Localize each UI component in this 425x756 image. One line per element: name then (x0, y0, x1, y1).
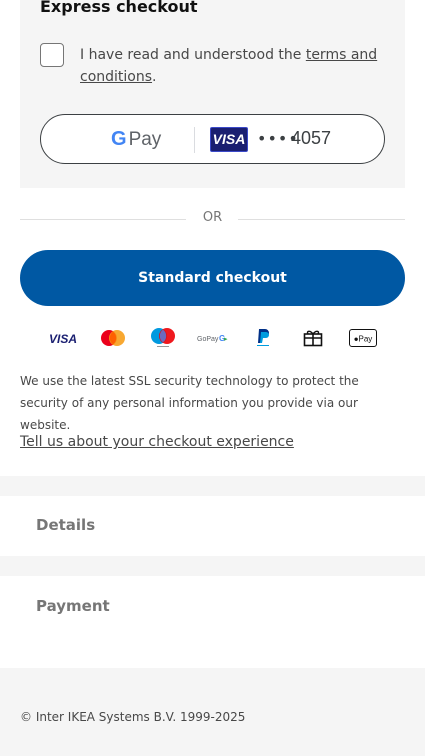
paypal-icon (250, 326, 276, 350)
svg-text:GoPay: GoPay (197, 336, 219, 343)
card-last-four: 4057 (291, 128, 332, 148)
apple-pay-icon: ●Pay (348, 326, 378, 350)
svg-text:▸: ▸ (224, 336, 228, 343)
visa-icon: VISA (46, 326, 80, 350)
maestro-icon (148, 326, 178, 350)
payment-method-icons: VISA GoPay G ▸ ●Pay (20, 326, 405, 350)
visa-card-icon: VISA (210, 127, 248, 152)
terms-prefix: I have read and understood the (80, 47, 306, 63)
google-pay-button[interactable]: G Pay VISA •••• 4057 (40, 114, 385, 164)
gopay-icon: GoPay G ▸ (196, 326, 230, 350)
section-separator (0, 476, 425, 496)
terms-suffix: . (152, 69, 157, 85)
details-section-title: Details (36, 516, 96, 534)
google-g-icon: G (111, 128, 127, 150)
payment-section-title: Payment (36, 597, 110, 615)
gift-card-icon (300, 326, 326, 350)
google-pay-text: Pay (128, 128, 162, 150)
copyright-text: © Inter IKEA Systems B.V. 1999-2025 (20, 710, 246, 724)
mastercard-icon (98, 326, 128, 350)
payment-section[interactable]: Payment (0, 576, 425, 668)
section-separator (0, 556, 425, 576)
terms-checkbox[interactable] (40, 43, 64, 67)
svg-text:●Pay: ●Pay (354, 335, 373, 344)
standard-checkout-button[interactable]: Standard checkout (20, 250, 405, 306)
or-label: OR (202, 210, 223, 225)
google-pay-logo: G Pay (111, 128, 161, 151)
or-divider-right (238, 219, 405, 220)
checkout-feedback-link[interactable]: Tell us about your checkout experience (20, 434, 294, 450)
express-checkout-panel: Express checkout I have read and underst… (20, 0, 405, 188)
gpay-divider (194, 127, 195, 153)
express-checkout-title: Express checkout (40, 0, 198, 16)
footer: © Inter IKEA Systems B.V. 1999-2025 (0, 668, 425, 756)
security-notice: We use the latest SSL security technolog… (20, 374, 359, 432)
or-divider-left (20, 219, 186, 220)
terms-label: I have read and understood the terms and… (80, 44, 380, 88)
svg-text:VISA: VISA (49, 332, 77, 345)
details-section[interactable]: Details (0, 496, 425, 556)
